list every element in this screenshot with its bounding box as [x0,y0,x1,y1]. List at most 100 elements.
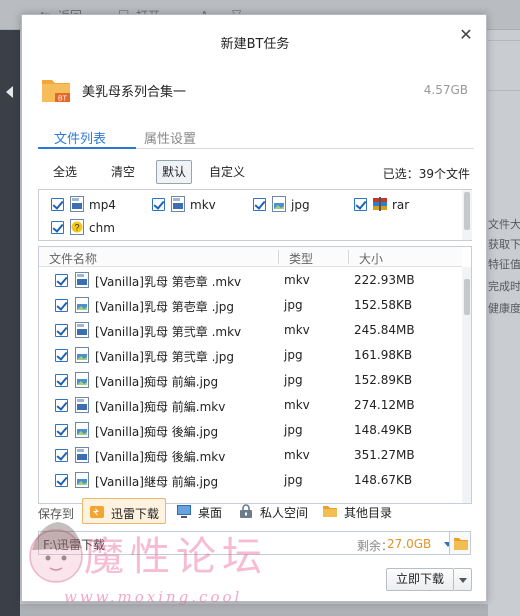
file-type: jpg [284,298,303,312]
file-type-label: mp4 [89,198,116,212]
column-header-name[interactable]: 文件名称 [49,250,97,267]
image-file-icon [75,297,89,313]
select-all-button[interactable]: 全选 [48,160,82,184]
desktop-icon [177,505,191,518]
save-location-thunder[interactable]: 迅雷下载 [82,498,166,524]
save-location-other[interactable]: 其他目录 [316,498,400,524]
file-type: jpg [284,348,303,362]
scrollbar-thumb[interactable] [464,279,470,315]
help-file-icon: ? [70,219,84,235]
checkbox[interactable] [51,221,64,234]
file-row[interactable]: [Vanilla]乳母 第弐章 .jpg jpg 161.98KB [39,343,462,368]
file-type: mkv [284,448,310,462]
save-path-value: F:\迅雷下载 [43,538,106,552]
checkbox[interactable] [55,424,68,437]
download-now-button[interactable]: 立即下载 [386,568,454,591]
image-file-icon [75,372,89,388]
save-location-private-space[interactable]: 私人空间 [232,498,316,524]
close-icon[interactable]: ✕ [458,27,474,43]
scrollbar[interactable] [462,190,472,240]
checkbox[interactable] [55,324,68,337]
checkbox[interactable] [55,374,68,387]
scrollbar-thumb[interactable] [464,192,470,230]
column-header-size[interactable]: 大小 [359,250,383,267]
video-file-icon [75,447,89,463]
file-type: jpg [284,473,303,487]
file-name: [Vanilla]乳母 第壱章 .jpg [95,300,234,314]
divider [488,90,520,91]
checkbox[interactable] [55,299,68,312]
checkbox[interactable] [152,198,165,211]
download-options-dropdown[interactable] [454,568,472,591]
video-file-icon [70,196,84,212]
file-type-jpg[interactable]: jpg [251,196,341,214]
file-size: 148.49KB [354,423,413,437]
file-type-mp4[interactable]: mp4 [49,196,139,214]
private-space-icon [240,504,252,518]
background-text: 特征值 [488,258,520,271]
file-row[interactable]: [Vanilla]痴母 後編.mkv mkv 351.27MB [39,443,462,468]
archive-file-icon [373,197,387,211]
file-type: mkv [284,323,310,337]
background-left-sidebar [0,30,20,616]
save-to-label: 保存到 [38,507,75,521]
file-row[interactable]: [Vanilla]痴母 後編.jpg jpg 148.49KB [39,418,462,443]
column-header-type[interactable]: 类型 [289,250,313,267]
thunder-download-icon [90,506,104,518]
video-file-icon [171,196,185,212]
custom-selection-button[interactable]: 自定义 [204,160,250,184]
background-text: 获取下 [488,238,520,251]
checkbox[interactable] [55,399,68,412]
background-text: 完成时 [488,280,520,293]
file-row[interactable]: [Vanilla]継母 前編.jpg jpg 148.67KB [39,468,462,493]
file-name: [Vanilla]乳母 第壱章 .mkv [95,275,242,289]
image-file-icon [272,196,286,212]
file-list-header: 文件名称 类型 大小 [39,247,462,267]
location-label: 其他目录 [344,506,393,520]
tab-file-list[interactable]: 文件列表 [54,128,106,147]
file-size: 245.84MB [354,323,415,337]
checkbox[interactable] [253,198,266,211]
default-selection-button[interactable]: 默认 [156,160,193,184]
file-name: [Vanilla]乳母 第弐章 .mkv [95,325,242,339]
save-location-desktop[interactable]: 桌面 [170,498,230,524]
image-file-icon [75,422,89,438]
background-text: 文件大 [488,218,520,231]
save-path-input[interactable]: F:\迅雷下载 剩余： 27.0GB [38,531,456,555]
file-row[interactable]: [Vanilla]乳母 第壱章 .jpg jpg 152.58KB [39,293,462,318]
file-type-rar[interactable]: rar [352,196,442,214]
svg-text:BT: BT [58,96,68,103]
file-list: 文件名称 类型 大小 [Vanilla]乳母 第壱章 .mkv mkv 222.93… [38,246,472,504]
image-file-icon [75,347,89,363]
file-row[interactable]: [Vanilla]痴母 前編.jpg jpg 152.89KB [39,368,462,393]
clear-selection-button[interactable]: 清空 [106,160,140,184]
file-size: 152.58KB [354,298,413,312]
checkbox[interactable] [354,198,367,211]
file-type-mkv[interactable]: mkv [150,196,240,214]
file-row[interactable]: [Vanilla]痴母 前編.mkv mkv 274.12MB [39,393,462,418]
checkbox[interactable] [55,349,68,362]
file-type-label: rar [392,198,410,212]
file-type: mkv [284,398,310,412]
checkbox[interactable] [55,474,68,487]
location-label: 私人空间 [260,506,309,520]
scrollbar[interactable] [462,267,471,503]
file-name: [Vanilla]継母 前編.jpg [95,475,219,489]
free-space-value: 27.0GB [387,537,432,551]
file-type-chm[interactable]: ? chm [49,219,139,237]
file-row[interactable]: [Vanilla]乳母 第壱章 .mkv mkv 222.93MB [39,268,462,293]
browse-folder-button[interactable] [449,531,471,555]
file-size: 148.67KB [354,473,413,487]
dialog-title: 新建BT任务 [220,37,290,52]
file-size: 351.27MB [354,448,415,462]
video-file-icon [75,397,89,413]
file-type: mkv [284,273,310,287]
tab-properties[interactable]: 属性设置 [144,128,196,147]
file-type-label: mkv [190,198,216,212]
file-name: [Vanilla]痴母 前編.mkv [95,400,226,414]
file-row[interactable]: [Vanilla]乳母 第弐章 .mkv mkv 245.84MB [39,318,462,343]
checkbox[interactable] [55,274,68,287]
file-name: [Vanilla]痴母 前編.jpg [95,375,219,389]
checkbox[interactable] [55,449,68,462]
checkbox[interactable] [51,198,64,211]
